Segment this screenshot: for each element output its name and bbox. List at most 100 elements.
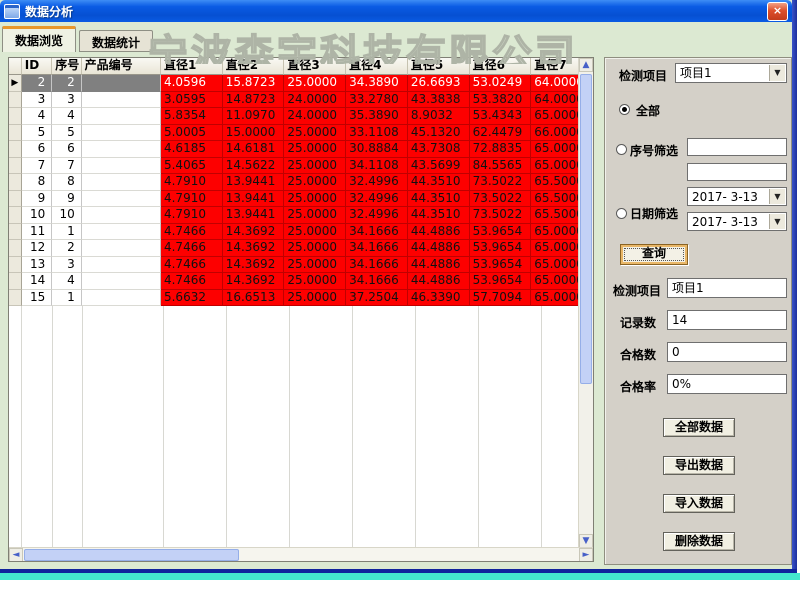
cell-diameter6[interactable]: 53.3820	[470, 92, 532, 109]
cell-diameter6[interactable]: 84.5565	[470, 158, 532, 175]
chevron-down-icon[interactable]: ▼	[769, 214, 785, 229]
cell-diameter6[interactable]: 53.4343	[470, 108, 532, 125]
cell-diameter4[interactable]: 32.4996	[346, 174, 408, 191]
cell-diameter5[interactable]: 44.4886	[408, 257, 470, 274]
cell-seq[interactable]: 3	[52, 92, 82, 109]
row-selector[interactable]	[9, 174, 22, 191]
cell-diameter5[interactable]: 43.7308	[408, 141, 470, 158]
cell-product[interactable]	[82, 92, 161, 109]
cell-diameter3[interactable]: 25.0000	[284, 158, 346, 175]
cell-diameter2[interactable]: 14.3692	[223, 257, 285, 274]
cell-product[interactable]	[82, 191, 161, 208]
col-header-diameter4[interactable]: 直径4	[346, 58, 408, 75]
seq-to-input[interactable]	[687, 163, 787, 181]
item-select-combobox[interactable]: 项目1 ▼	[675, 63, 787, 83]
cell-diameter4[interactable]: 34.1666	[346, 224, 408, 241]
cell-diameter2[interactable]: 14.5622	[223, 158, 285, 175]
cell-diameter1[interactable]: 5.8354	[161, 108, 223, 125]
cell-diameter1[interactable]: 4.7466	[161, 224, 223, 241]
cell-diameter6[interactable]: 53.9654	[470, 240, 532, 257]
cell-diameter4[interactable]: 35.3890	[346, 108, 408, 125]
data-grid[interactable]: ID 序号 产品编号 直径1 直径2 直径3 直径4 直径5 直径6 直径7 ▶…	[8, 57, 594, 562]
cell-diameter1[interactable]: 4.7466	[161, 257, 223, 274]
cell-diameter1[interactable]: 4.7466	[161, 273, 223, 290]
radio-seq-filter-label[interactable]: 序号筛选	[630, 142, 678, 159]
table-row[interactable]: 10104.791013.944125.000032.499644.351073…	[9, 207, 593, 224]
cell-diameter3[interactable]: 25.0000	[284, 290, 346, 307]
cell-id[interactable]: 13	[22, 257, 52, 274]
cell-diameter1[interactable]: 5.4065	[161, 158, 223, 175]
cell-diameter6[interactable]: 53.0249	[470, 75, 532, 92]
cell-diameter2[interactable]: 15.0000	[223, 125, 285, 142]
vertical-scrollbar[interactable]: ▲ ▼	[578, 58, 593, 548]
row-selector[interactable]	[9, 290, 22, 307]
scroll-right-icon[interactable]: ►	[579, 548, 593, 562]
cell-product[interactable]	[82, 273, 161, 290]
cell-diameter5[interactable]: 44.3510	[408, 174, 470, 191]
cell-diameter5[interactable]: 44.4886	[408, 273, 470, 290]
cell-diameter3[interactable]: 25.0000	[284, 191, 346, 208]
row-selector[interactable]	[9, 141, 22, 158]
row-selector[interactable]: ▶	[9, 75, 22, 92]
cell-diameter6[interactable]: 57.7094	[470, 290, 532, 307]
col-header-diameter1[interactable]: 直径1	[161, 58, 223, 75]
cell-seq[interactable]: 7	[52, 158, 82, 175]
cell-seq[interactable]: 1	[52, 290, 82, 307]
tab-data-browse[interactable]: 数据浏览	[2, 26, 76, 52]
cell-seq[interactable]: 4	[52, 108, 82, 125]
cell-diameter6[interactable]: 73.5022	[470, 174, 532, 191]
col-header-id[interactable]: ID	[22, 58, 52, 75]
cell-id[interactable]: 4	[22, 108, 52, 125]
chevron-down-icon[interactable]: ▼	[769, 189, 785, 204]
cell-product[interactable]	[82, 125, 161, 142]
cell-diameter4[interactable]: 34.1108	[346, 158, 408, 175]
row-selector[interactable]	[9, 240, 22, 257]
row-selector[interactable]	[9, 108, 22, 125]
radio-all-label[interactable]: 全部	[636, 102, 660, 119]
row-selector[interactable]	[9, 273, 22, 290]
cell-product[interactable]	[82, 290, 161, 307]
cell-diameter2[interactable]: 11.0970	[223, 108, 285, 125]
cell-product[interactable]	[82, 224, 161, 241]
cell-id[interactable]: 15	[22, 290, 52, 307]
cell-diameter6[interactable]: 53.9654	[470, 273, 532, 290]
cell-id[interactable]: 12	[22, 240, 52, 257]
cell-seq[interactable]: 1	[52, 224, 82, 241]
delete-data-button[interactable]: 删除数据	[663, 532, 735, 551]
cell-diameter3[interactable]: 25.0000	[284, 75, 346, 92]
export-data-button[interactable]: 导出数据	[663, 456, 735, 475]
cell-diameter3[interactable]: 25.0000	[284, 240, 346, 257]
cell-diameter1[interactable]: 5.0005	[161, 125, 223, 142]
scroll-left-icon[interactable]: ◄	[9, 548, 23, 562]
cell-diameter5[interactable]: 26.6693	[408, 75, 470, 92]
cell-diameter5[interactable]: 44.3510	[408, 191, 470, 208]
cell-diameter2[interactable]: 14.8723	[223, 92, 285, 109]
scroll-down-icon[interactable]: ▼	[579, 534, 593, 548]
cell-diameter5[interactable]: 8.9032	[408, 108, 470, 125]
table-row[interactable]: 1444.746614.369225.000034.166644.488653.…	[9, 273, 593, 290]
cell-id[interactable]: 3	[22, 92, 52, 109]
cell-diameter2[interactable]: 13.9441	[223, 207, 285, 224]
col-header-diameter2[interactable]: 直径2	[223, 58, 285, 75]
cell-diameter3[interactable]: 25.0000	[284, 207, 346, 224]
cell-diameter6[interactable]: 53.9654	[470, 224, 532, 241]
table-row[interactable]: 555.000515.000025.000033.110845.132062.4…	[9, 125, 593, 142]
cell-diameter5[interactable]: 45.1320	[408, 125, 470, 142]
row-selector[interactable]	[9, 191, 22, 208]
cell-product[interactable]	[82, 158, 161, 175]
cell-diameter5[interactable]: 46.3390	[408, 290, 470, 307]
cell-diameter6[interactable]: 62.4479	[470, 125, 532, 142]
cell-diameter5[interactable]: 43.5699	[408, 158, 470, 175]
cell-diameter5[interactable]: 43.3838	[408, 92, 470, 109]
cell-id[interactable]: 7	[22, 158, 52, 175]
table-row[interactable]: 1334.746614.369225.000034.166644.488653.…	[9, 257, 593, 274]
cell-diameter2[interactable]: 14.3692	[223, 273, 285, 290]
seq-from-input[interactable]	[687, 138, 787, 156]
title-bar[interactable]: 数据分析 ×	[0, 0, 792, 22]
date-from-combobox[interactable]: 2017- 3-13 ▼	[687, 187, 787, 206]
table-row[interactable]: 1114.746614.369225.000034.166644.488653.…	[9, 224, 593, 241]
cell-id[interactable]: 2	[22, 75, 52, 92]
cell-diameter3[interactable]: 25.0000	[284, 174, 346, 191]
date-to-combobox[interactable]: 2017- 3-13 ▼	[687, 212, 787, 231]
cell-seq[interactable]: 4	[52, 273, 82, 290]
